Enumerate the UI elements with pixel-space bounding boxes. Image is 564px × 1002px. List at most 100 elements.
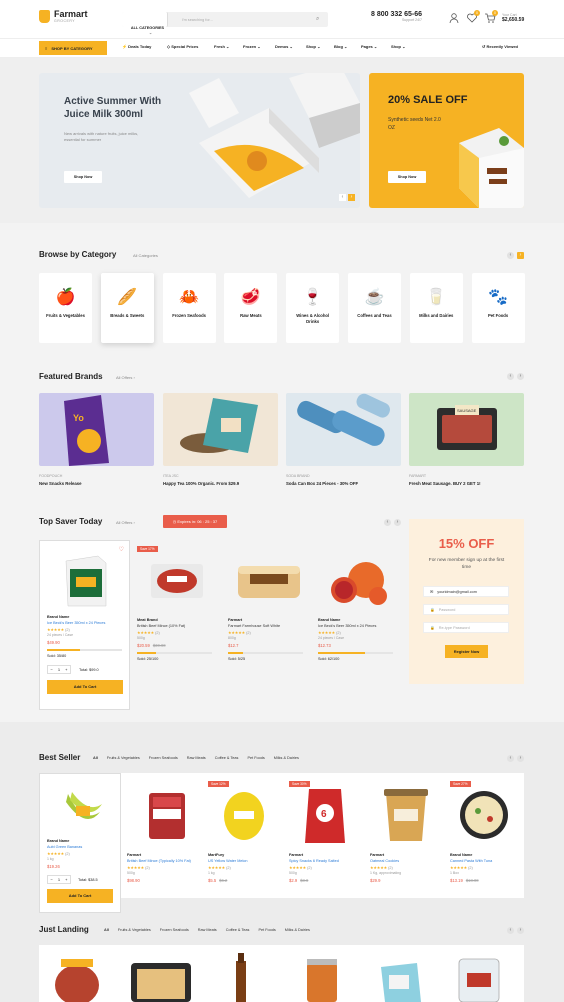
product-card[interactable]: Save 12% MartFury US Yellow Water Melon … xyxy=(208,781,290,883)
category-card[interactable]: 🥩 Raw Meats xyxy=(224,273,278,343)
nav-shop[interactable]: Shop ⌄ xyxy=(306,44,320,49)
nav-shop-2[interactable]: Shop ⌄ xyxy=(391,44,405,49)
nav-deals-today[interactable]: ⚡ Deals Today xyxy=(122,44,151,49)
plus-icon[interactable]: + xyxy=(65,667,67,672)
brand-card-image[interactable] xyxy=(163,393,278,466)
product-card[interactable]: Save 27% Brand Name Canned Pasta With Tu… xyxy=(450,781,524,883)
category-card[interactable]: 🐾 Pet Foods xyxy=(471,273,525,343)
all-categories-link[interactable]: All Categories xyxy=(133,253,158,258)
recently-viewed-link[interactable]: ↺ Recently Viewed xyxy=(482,44,518,49)
cart-summary[interactable]: Your Cart $2,650.59 xyxy=(502,13,524,23)
wishlist-heart-icon[interactable]: 0 xyxy=(466,10,480,24)
next-arrow-icon[interactable]: › xyxy=(348,194,355,201)
search-icon[interactable]: ⌕ xyxy=(316,16,328,23)
nav-demos[interactable]: Demos ⌄ xyxy=(275,44,293,49)
tab-seafoods[interactable]: Frozen Seafoods xyxy=(149,756,178,760)
product-card[interactable]: Farmart British Beef Mince (Typically 10… xyxy=(127,781,209,883)
search-category-select[interactable]: ALL CATEGORIES ⌄ xyxy=(122,12,168,35)
brand-card-image[interactable]: SAUSAGE xyxy=(409,393,524,466)
just-landing-next-icon[interactable]: › xyxy=(517,927,524,934)
search-input[interactable]: I'm searching for... xyxy=(177,18,316,22)
categories-prev-icon[interactable]: ‹ xyxy=(507,252,514,259)
product-card[interactable]: 6 Save 30% Farmart Spicy Snacks 6 Ready … xyxy=(289,781,371,883)
top-saver-all-offers-link[interactable]: All Offers › xyxy=(116,520,135,525)
tab-coffee[interactable]: Coffee & Teas xyxy=(226,928,250,932)
product-name[interactable]: British Beef Mince (10% Fat) xyxy=(137,624,219,628)
product-name[interactable]: Farmart Farmhouse Soft White xyxy=(228,624,310,628)
category-card[interactable]: 🍷 Wines & Alcohol Drinks xyxy=(286,273,340,343)
cart-icon[interactable]: 0 xyxy=(484,10,498,24)
product-card[interactable]: Brand Name Ice Beck's Beer 350ml x 24 Pi… xyxy=(318,546,400,661)
minus-icon[interactable]: − xyxy=(51,877,53,882)
brand-offer-title[interactable]: Soda Can Box 24 Pieces - 30% OFF xyxy=(286,481,358,486)
categories-next-icon[interactable]: › xyxy=(517,252,524,259)
category-card[interactable]: 🥛 Milks and Dairies xyxy=(409,273,463,343)
signup-discount-title: 15% OFF xyxy=(438,536,495,551)
add-to-cart-button[interactable]: Add To Cart xyxy=(47,680,123,694)
tab-fruits[interactable]: Fruits & Vegetables xyxy=(118,928,151,932)
best-seller-next-icon[interactable]: › xyxy=(517,755,524,762)
product-name[interactable]: Aubi Green Bananas xyxy=(47,845,119,849)
product-card[interactable]: Farmart Farmart Farmhouse Soft White ★★★… xyxy=(228,546,310,661)
shop-by-category-button[interactable]: ≡ SHOP BY CATEGORY xyxy=(39,41,107,55)
brand-offer-title[interactable]: Happy Tea 100% Organic. From $29.9 xyxy=(163,481,239,486)
plus-icon[interactable]: + xyxy=(65,877,67,882)
quantity-stepper[interactable]: −1 + xyxy=(47,875,71,884)
product-name[interactable]: US Yellow Water Melon xyxy=(208,859,290,863)
product-card[interactable]: Farmart Oatmeal Cookies ★★★★★ (2) 1 Kg, … xyxy=(370,781,452,883)
nav-pages[interactable]: Pages ⌄ xyxy=(361,44,377,49)
product-name[interactable]: Spicy Snacks 6 Ready Salted xyxy=(289,859,371,863)
add-to-cart-button[interactable]: Add To Cart xyxy=(47,889,113,903)
tab-pet-foods[interactable]: Pet Foods xyxy=(247,756,264,760)
tab-milks[interactable]: Milks & Dairies xyxy=(285,928,310,932)
product-card[interactable]: Save 17% Meat Brand British Beef Mince (… xyxy=(137,546,219,661)
top-saver-prev-icon[interactable]: ‹ xyxy=(384,519,391,526)
brands-next-icon[interactable]: › xyxy=(517,373,524,380)
brand-offer-title[interactable]: New Snacks Release xyxy=(39,481,82,486)
hero-shop-now-button[interactable]: Shop Now xyxy=(64,171,102,183)
tab-fruits[interactable]: Fruits & Vegetables xyxy=(107,756,140,760)
tab-coffee[interactable]: Coffee & Teas xyxy=(215,756,239,760)
product-name[interactable]: Canned Pasta With Tuna xyxy=(450,859,524,863)
brands-all-offers-link[interactable]: All Offers › xyxy=(116,375,135,380)
hero-banner-sale[interactable]: 20% SALE OFF Synthetic seeds Net 2.0 OZ … xyxy=(369,73,524,208)
tab-seafoods[interactable]: Frozen Seafoods xyxy=(160,928,189,932)
category-card[interactable]: 🦀 Frozen Seafoods xyxy=(162,273,216,343)
nav-blog[interactable]: Blog ⌄ xyxy=(334,44,347,49)
brand-offer-title[interactable]: Fresh Meat Sausage. BUY 2 GET 1! xyxy=(409,481,481,486)
user-icon[interactable] xyxy=(448,12,460,24)
sale-shop-now-button[interactable]: Shop Now xyxy=(388,171,426,183)
nav-special-prices[interactable]: ◇ Special Prices xyxy=(167,44,198,49)
best-seller-prev-icon[interactable]: ‹ xyxy=(507,755,514,762)
email-field[interactable]: ✉ youridmain@gmail.com xyxy=(423,586,509,597)
quantity-stepper[interactable]: −1 + xyxy=(47,665,71,674)
nav-fresh[interactable]: Fresh ⌄ xyxy=(214,44,229,49)
logo[interactable]: Farmart GROCERY xyxy=(39,10,88,23)
category-card[interactable]: 🍎 Fruits & Vegetables xyxy=(39,273,92,343)
password-field[interactable]: 🔒 Password xyxy=(423,604,509,615)
tab-milks[interactable]: Milks & Dairies xyxy=(274,756,299,760)
tab-raw-meats[interactable]: Raw Meats xyxy=(198,928,217,932)
tab-all[interactable]: All xyxy=(104,928,109,932)
brands-prev-icon[interactable]: ‹ xyxy=(507,373,514,380)
tab-pet-foods[interactable]: Pet Foods xyxy=(258,928,275,932)
prev-arrow-icon[interactable]: ‹ xyxy=(339,194,346,201)
hero-banner-juice[interactable]: Active Summer With Juice Milk 300ml New … xyxy=(39,73,360,208)
category-card[interactable]: ☕ Coffees and Teas xyxy=(347,273,401,343)
product-name[interactable]: Ice Beck's Beer 350ml x 24 Pieces xyxy=(47,621,127,625)
register-button[interactable]: Register Now xyxy=(445,645,488,658)
just-landing-prev-icon[interactable]: ‹ xyxy=(507,927,514,934)
product-name[interactable]: Ice Beck's Beer 350ml x 24 Pieces xyxy=(318,624,400,628)
nav-frozen[interactable]: Frozen ⌄ xyxy=(243,44,261,49)
retype-password-field[interactable]: 🔒 Re-type Password xyxy=(423,622,509,633)
minus-icon[interactable]: − xyxy=(51,667,53,672)
brand-card-image[interactable]: Yo xyxy=(39,393,154,466)
tab-all[interactable]: All xyxy=(93,756,98,760)
tab-raw-meats[interactable]: Raw Meats xyxy=(187,756,206,760)
category-card[interactable]: 🥖 Breads & Sweets xyxy=(100,273,154,343)
heart-icon[interactable]: ♡ xyxy=(119,546,124,553)
product-name[interactable]: Oatmeal Cookies xyxy=(370,859,452,863)
product-name[interactable]: British Beef Mince (Typically 10% Fat) xyxy=(127,859,209,863)
brand-card-image[interactable] xyxy=(286,393,401,466)
top-saver-next-icon[interactable]: › xyxy=(394,519,401,526)
